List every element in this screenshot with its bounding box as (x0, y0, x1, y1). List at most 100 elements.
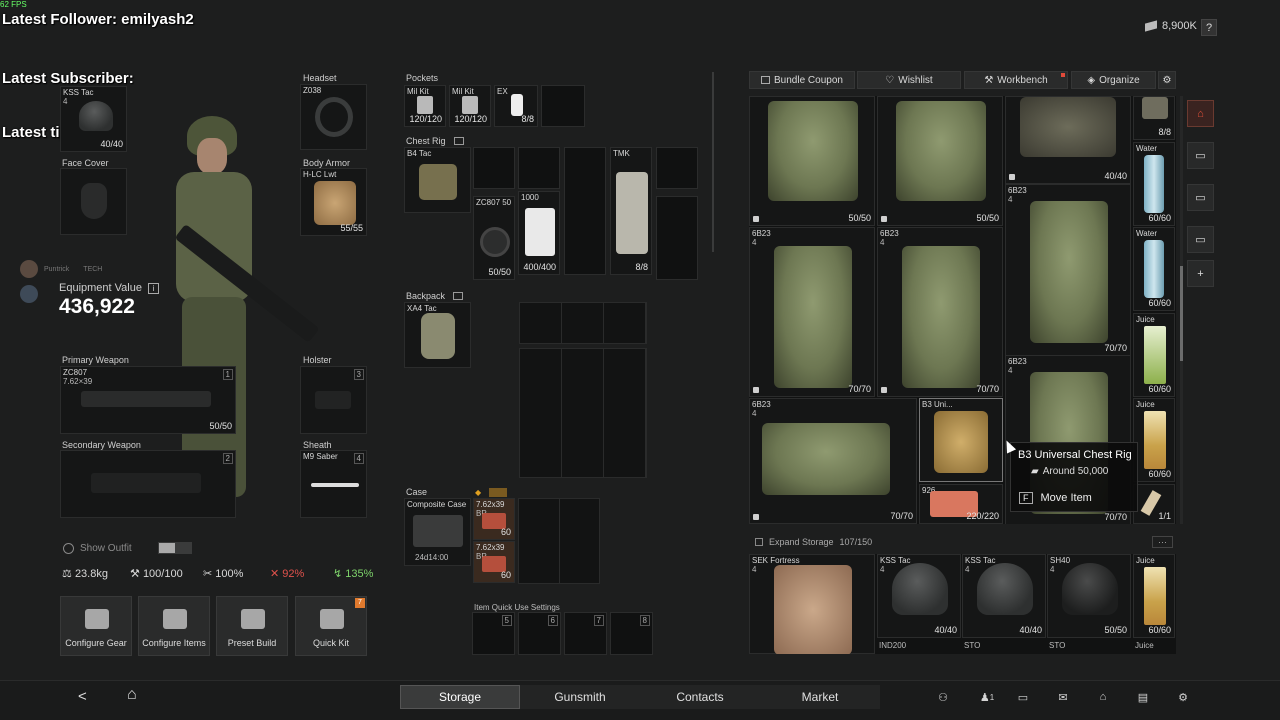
show-outfit-toggle[interactable]: Show Outfit (63, 542, 192, 554)
info-icon[interactable]: i (147, 282, 159, 294)
storage-item-6b23-2[interactable]: 6B23 4 70/70 (877, 227, 1003, 397)
backpack-grid-2[interactable] (519, 348, 647, 478)
storage-box-1-button[interactable]: ▭ (1187, 142, 1214, 169)
player-entry[interactable]: Puntrick TECH (20, 260, 102, 278)
back-button[interactable]: < (78, 688, 87, 705)
headset-slot[interactable]: Z038 (300, 84, 367, 150)
squad-icon[interactable]: ♟ 1 (975, 688, 999, 706)
notes-icon[interactable]: ▤ (1134, 688, 1152, 706)
quick-kit-button[interactable]: 7 Quick Kit (295, 596, 367, 656)
ammo-slot-1[interactable]: 7.62x39 BP 60 (473, 498, 515, 540)
storage-item-small[interactable]: 8/8 (1133, 96, 1175, 140)
wishlist-button[interactable]: ♡ Wishlist (857, 71, 961, 89)
juice-carton-image (1144, 567, 1166, 625)
team-icon[interactable]: ⚇ (934, 688, 952, 706)
case-grid[interactable] (518, 498, 600, 584)
tab-gunsmith[interactable]: Gunsmith (520, 685, 640, 709)
expand-menu-button[interactable]: ··· (1152, 536, 1173, 548)
pocket-2-name: Mil Kit (452, 87, 474, 96)
holster-slot[interactable]: 3 (300, 366, 367, 434)
tab-contacts[interactable]: Contacts (640, 685, 760, 709)
quick-use-slot-8[interactable]: 8 (610, 612, 653, 655)
preset-build-button[interactable]: Preset Build (216, 596, 288, 656)
pocket-slot-1[interactable]: Mil Kit 120/120 (404, 85, 446, 127)
pocket-slot-4[interactable] (541, 85, 585, 127)
storage-item-flare[interactable]: 1/1 (1133, 484, 1175, 524)
backpack-grid[interactable] (519, 302, 647, 344)
storage-item-6b23-tall[interactable]: 6B23 4 70/70 (1005, 184, 1131, 356)
add-storage-button[interactable]: + (1187, 260, 1214, 287)
bag-icon[interactable] (453, 137, 464, 145)
secondary-weapon-slot[interactable]: 2 (60, 450, 236, 518)
chat-icon[interactable]: ▭ (1014, 688, 1032, 706)
organize-button[interactable]: ◈ Organize (1071, 71, 1156, 89)
storage-item-vest-c[interactable]: 40/40 (1005, 96, 1131, 184)
home-button[interactable]: ⌂ (127, 686, 137, 704)
help-button[interactable]: ? (1201, 19, 1217, 36)
configure-items-button[interactable]: Configure Items (138, 596, 210, 656)
panel-divider[interactable] (712, 72, 714, 252)
rig-cell-5[interactable] (656, 196, 698, 280)
storage-item-kss-tac-1[interactable]: KSS Tac 4 40/40 (877, 554, 961, 638)
sheath-slot[interactable]: M9 Saber 4 (300, 450, 367, 518)
tmk-slot[interactable]: TMK 8/8 (610, 147, 652, 275)
storage-home-button[interactable]: ⌂ (1187, 100, 1214, 127)
vest-image (768, 101, 858, 201)
storage-scroll-thumb[interactable] (1180, 266, 1183, 361)
case-slot[interactable]: Composite Case 24d14:00 (404, 498, 471, 566)
storage-item-b3-rig[interactable]: B3 Uni... (919, 398, 1003, 482)
backpack-slot[interactable]: XA4 Tac (404, 302, 471, 368)
headgear-slot[interactable]: KSS Tac 4 40/40 (60, 86, 127, 152)
workbench-button[interactable]: ⚒ Workbench (964, 71, 1068, 89)
tab-market[interactable]: Market (760, 685, 880, 709)
shop-icon[interactable]: ⌂ (1094, 688, 1112, 706)
ammo-slot-2[interactable]: 7.62x39 BP 60 (473, 541, 515, 583)
storage-grid-2[interactable]: SEK Fortress 4 KSS Tac 4 40/40 KSS Tac 4… (749, 554, 1176, 654)
mag-slot[interactable]: ZC807 50 50/50 (473, 196, 515, 280)
rig-cell-4[interactable] (656, 147, 698, 189)
medkit-icon (163, 609, 187, 629)
storage-item-vest-b[interactable]: 50/50 (877, 96, 1003, 226)
storage-item-6b23-1[interactable]: 6B23 4 70/70 (749, 227, 875, 397)
storage-item-water-2[interactable]: Water 60/60 (1133, 227, 1175, 311)
bag-icon-2[interactable] (453, 292, 464, 300)
pocket-slot-3[interactable]: EX 8/8 (494, 85, 538, 127)
storage-settings-button[interactable]: ⚙ (1158, 71, 1176, 89)
chest-rig-slot[interactable]: B4 Tac (404, 147, 471, 213)
storage-item-juice-1[interactable]: Juice 60/60 (1133, 313, 1175, 397)
bundle-coupon-button[interactable]: Bundle Coupon (749, 71, 855, 89)
primary-weapon-slot[interactable]: ZC807 7.62×39 1 50/50 (60, 366, 236, 434)
face-cover-slot[interactable] (60, 168, 127, 235)
mail-icon[interactable]: ✉ (1054, 688, 1072, 706)
storage-box-3-button[interactable]: ▭ (1187, 226, 1214, 253)
pocket-slot-2[interactable]: Mil Kit 120/120 (449, 85, 491, 127)
bag-icon (1009, 174, 1015, 180)
storage-item-juice-2[interactable]: Juice 60/60 (1133, 398, 1175, 482)
outfit-switch[interactable] (157, 542, 192, 554)
case-upgrade-icon[interactable] (489, 487, 508, 497)
quick-use-slot-7[interactable]: 7 (564, 612, 607, 655)
water-bottle-image (1144, 155, 1164, 213)
settings-gear-icon[interactable]: ⚙ (1174, 688, 1192, 706)
storage-item-sek-fortress[interactable]: SEK Fortress 4 (749, 554, 875, 654)
storage-box-2-button[interactable]: ▭ (1187, 184, 1214, 211)
storage-item-medkit[interactable]: 926 220/220 (919, 484, 1003, 524)
rig-cell-1[interactable] (473, 147, 515, 189)
storage-item-6b23-wide[interactable]: 6B23 4 70/70 (749, 398, 917, 524)
body-armor-slot[interactable]: H-LC Lwt 55/55 (300, 168, 367, 236)
quick-use-slot-5[interactable]: 5 (472, 612, 515, 655)
storage-item-kss-tac-2[interactable]: KSS Tac 4 40/40 (962, 554, 1046, 638)
rig-cell-2[interactable] (518, 147, 560, 189)
rig-cell-3[interactable] (564, 147, 606, 275)
tab-storage[interactable]: Storage (400, 685, 520, 709)
expand-storage-bar[interactable]: Expand Storage 107/150 ··· (749, 533, 1173, 551)
quick-use-slot-6[interactable]: 6 (518, 612, 561, 655)
tooltip-action[interactable]: F Move Item (1019, 492, 1092, 504)
bandage-slot[interactable]: 1000 400/400 (518, 191, 560, 275)
storage-item-juice-3[interactable]: Juice 60/60 (1133, 554, 1175, 638)
storage-item-vest-a[interactable]: 50/50 (749, 96, 875, 226)
storage-scrollbar[interactable] (1180, 96, 1183, 524)
storage-item-water-1[interactable]: Water 60/60 (1133, 142, 1175, 226)
configure-gear-button[interactable]: Configure Gear (60, 596, 132, 656)
storage-item-sh40[interactable]: SH40 4 50/50 (1047, 554, 1131, 638)
